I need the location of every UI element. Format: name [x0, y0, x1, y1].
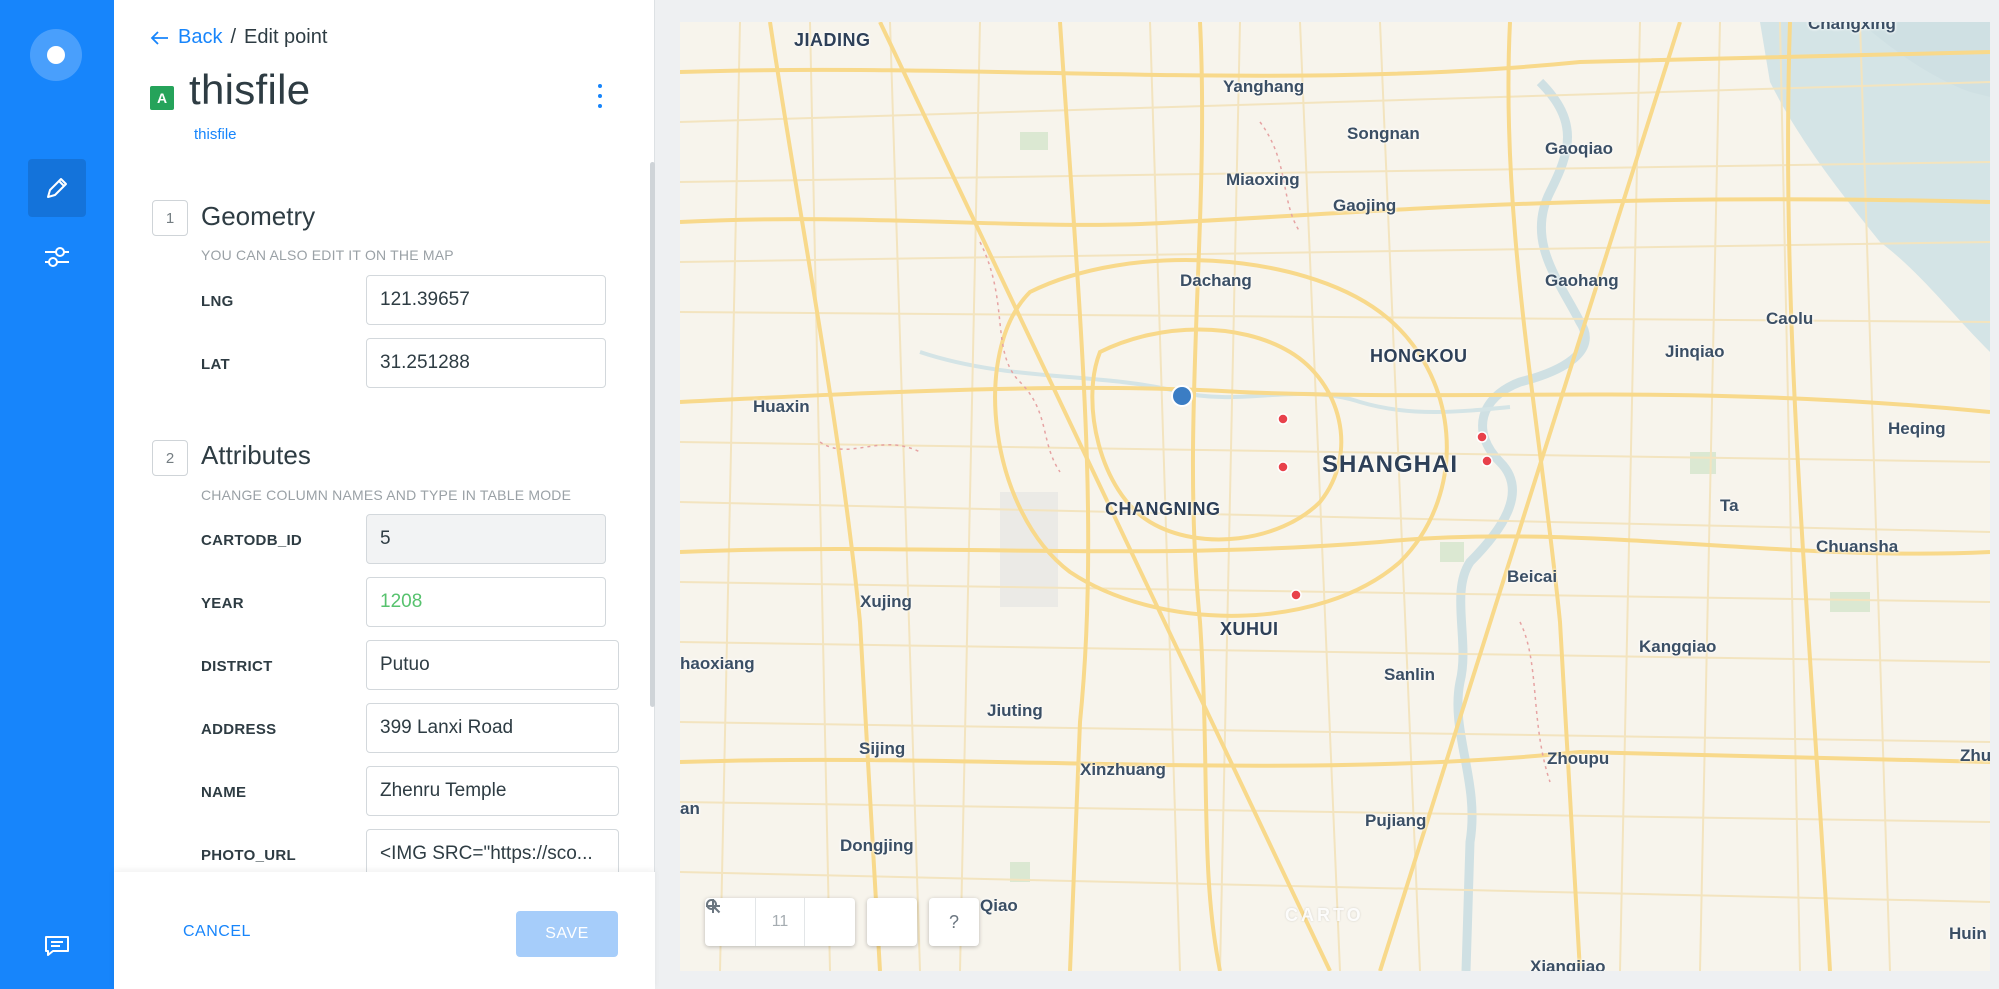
district-input[interactable] — [366, 640, 619, 690]
map-label-pujiang: Pujiang — [1365, 811, 1427, 830]
map-label-zhoupu: Zhoupu — [1547, 749, 1610, 768]
save-button[interactable]: SAVE — [516, 911, 618, 957]
field-label-name: NAME — [201, 784, 247, 801]
carto-attribution[interactable]: CARTO — [1285, 905, 1364, 926]
map-label-jinqiao: Jinqiao — [1665, 342, 1725, 361]
map-label-shanghai: SHANGHAI — [1322, 451, 1459, 478]
arrow-left-icon — [150, 30, 168, 45]
map-label-caolu: Caolu — [1766, 309, 1814, 328]
field-label-cartodb-id: CARTODB_ID — [201, 532, 303, 549]
section-number-attributes: 2 — [152, 440, 188, 476]
map-label-sanlin: Sanlin — [1384, 665, 1436, 684]
map-label-hongkou: HONGKOU — [1370, 346, 1468, 366]
map-label-yanghang: Yanghang — [1223, 77, 1305, 96]
map-basemap — [680, 22, 1990, 971]
name-input[interactable] — [366, 766, 619, 816]
section-title-geometry: Geometry — [201, 201, 316, 231]
map-label-dachang: Dachang — [1180, 271, 1252, 290]
map-label-xuhui: XUHUI — [1220, 619, 1279, 639]
field-label-lat: LAT — [201, 356, 230, 373]
filters-settings-icon[interactable] — [28, 228, 86, 286]
cancel-button[interactable]: CANCEL — [183, 923, 251, 941]
address-input[interactable] — [366, 703, 619, 753]
attributes-hint: CHANGE COLUMN NAMES AND TYPE IN TABLE MO… — [201, 487, 572, 503]
lng-input[interactable] — [366, 275, 606, 325]
map-label-haoxiang: haoxiang — [680, 654, 755, 673]
panel-footer: CANCEL SAVE — [114, 872, 655, 989]
lat-input[interactable] — [366, 338, 606, 388]
map-label-zhu: Zhu — [1960, 746, 1990, 765]
map-label-heqing: Heqing — [1888, 419, 1946, 438]
map-label-changning: CHANGNING — [1105, 499, 1221, 519]
map-label-miaoxing: Miaoxing — [1226, 170, 1300, 189]
app-sidebar — [0, 0, 114, 989]
help-button[interactable]: ? — [929, 898, 979, 946]
zoom-level-readout: 11 — [755, 898, 805, 946]
year-input[interactable] — [366, 577, 606, 627]
map-label-gaojing: Gaojing — [1333, 196, 1397, 215]
map-controls: 11 ? — [705, 898, 979, 946]
feedback-chat-icon[interactable] — [28, 917, 86, 975]
map-label-xinzhuang: Xinzhuang — [1080, 760, 1166, 779]
map-label-gaohang: Gaohang — [1545, 271, 1619, 290]
map-label-kangqiao: Kangqiao — [1639, 637, 1717, 656]
map-label-xiangjiao: Xiangjiao — [1530, 957, 1606, 971]
field-label-photo-url: PHOTO_URL — [201, 847, 296, 864]
page-title: thisfile — [189, 66, 311, 113]
edit-point-panel: Back / Edit point A thisfile thisfile 1 … — [114, 0, 655, 989]
map-label-jiuting: Jiuting — [987, 701, 1043, 720]
map-label-sijing: Sijing — [859, 739, 906, 758]
field-label-lng: LNG — [201, 293, 234, 310]
breadcrumb-current: Edit point — [244, 26, 328, 48]
more-options-icon[interactable] — [594, 84, 606, 108]
map-label-huin: Huin — [1949, 924, 1987, 943]
carto-logo-icon[interactable] — [30, 29, 82, 81]
back-link[interactable]: Back — [150, 26, 222, 49]
map-label-huaxin: Huaxin — [753, 397, 810, 416]
map-label-qiao: Qiao — [980, 896, 1018, 915]
map-search-button[interactable] — [706, 898, 917, 946]
breadcrumb-separator: / — [230, 26, 237, 48]
map-label-jiading: JIADING — [794, 30, 871, 50]
field-label-address: ADDRESS — [201, 721, 277, 738]
zoom-control: 11 — [705, 898, 855, 946]
map-label-changxing: Changxing — [1808, 22, 1896, 33]
edit-pencil-icon[interactable] — [28, 159, 86, 217]
back-label: Back — [178, 26, 223, 48]
question-mark-icon: ? — [948, 911, 959, 932]
map-label-gaoqiao: Gaoqiao — [1545, 139, 1614, 158]
field-label-year: YEAR — [201, 595, 244, 612]
breadcrumb: Back / Edit point — [150, 26, 327, 49]
map-label-dongjing: Dongjing — [840, 836, 914, 855]
layer-letter-badge: A — [150, 86, 174, 110]
geometry-hint: YOU CAN ALSO EDIT IT ON THE MAP — [201, 247, 454, 263]
section-title-attributes: Attributes — [201, 440, 311, 470]
section-number-geometry: 1 — [152, 200, 188, 236]
search-icon — [706, 899, 721, 914]
map-label-beicai: Beicai — [1507, 567, 1558, 586]
layer-source-link[interactable]: thisfile — [194, 126, 237, 143]
map-label-songnan: Songnan — [1347, 124, 1420, 143]
map-label-chuansha: Chuansha — [1816, 537, 1899, 556]
map-label-an: an — [680, 799, 700, 818]
map-label-ta-visible: Ta — [1720, 496, 1739, 515]
map-label-xujing: Xujing — [860, 592, 912, 611]
cartodb-id-input — [366, 514, 606, 564]
scrollbar[interactable] — [650, 162, 655, 707]
map-canvas[interactable]: JIADING Yanghang Songnan Gaoqiao Miaoxin… — [680, 22, 1990, 971]
field-label-district: DISTRICT — [201, 658, 273, 675]
zoom-in-button[interactable] — [706, 898, 855, 946]
